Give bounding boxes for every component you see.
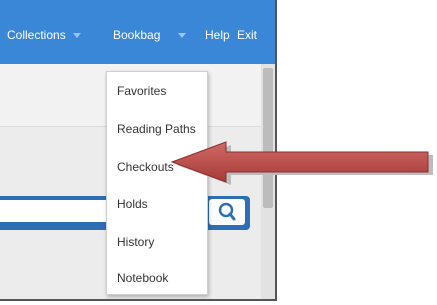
menu-item-reading-paths[interactable]: Reading Paths: [117, 122, 196, 136]
menu-item-checkouts[interactable]: Checkouts: [117, 160, 174, 174]
pointer-arrow-icon: [170, 141, 433, 185]
menu-item-history[interactable]: History: [117, 235, 154, 249]
chevron-down-icon: [72, 33, 81, 39]
nav-bookbag-label: Bookbag: [113, 28, 161, 42]
search-button[interactable]: [209, 199, 245, 225]
nav-collections-label: Collections: [7, 28, 66, 42]
nav-help[interactable]: Help: [205, 28, 230, 42]
top-nav-bar: Collections Bookbag Help Exit: [0, 0, 275, 64]
menu-item-favorites[interactable]: Favorites: [117, 84, 166, 98]
menu-item-holds[interactable]: Holds: [117, 197, 148, 211]
nav-bookbag[interactable]: Bookbag: [113, 28, 187, 42]
chevron-down-icon: [178, 33, 187, 39]
search-icon: [218, 202, 236, 221]
nav-exit[interactable]: Exit: [237, 28, 257, 42]
menu-item-notebook[interactable]: Notebook: [117, 271, 168, 285]
nav-collections[interactable]: Collections: [7, 28, 81, 42]
